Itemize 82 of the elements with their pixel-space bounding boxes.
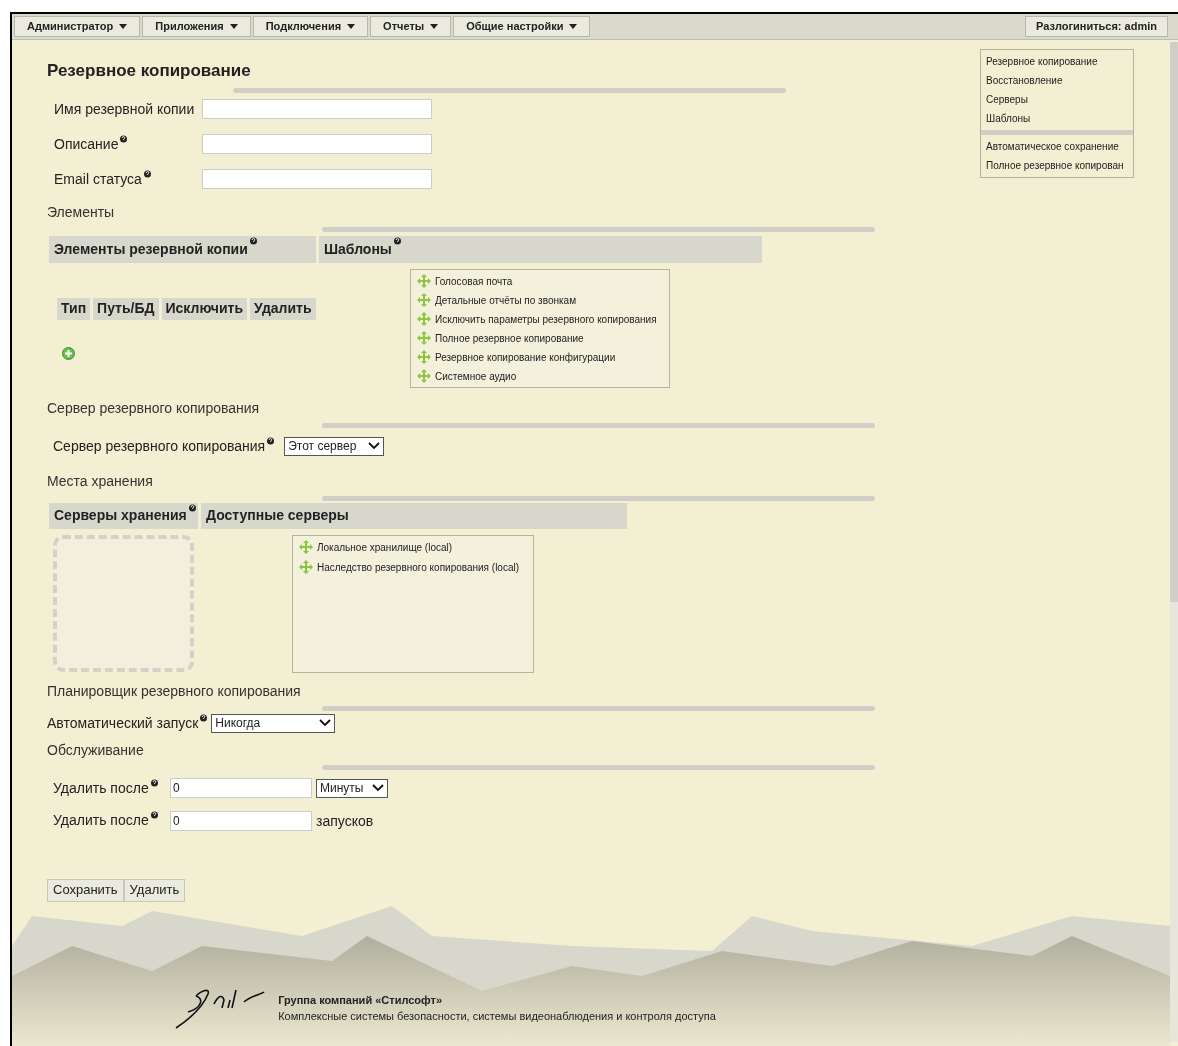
help-icon	[120, 134, 128, 143]
section-heading: Места хранения	[47, 471, 154, 491]
section-heading: Сервер резервного копирования	[47, 398, 261, 418]
move-icon	[417, 312, 431, 326]
dropdown[interactable]: Этот сервер	[284, 436, 385, 456]
logout-button[interactable]: Разлогиниться: admin	[1025, 16, 1168, 37]
help-icon	[150, 778, 158, 787]
template-item[interactable]: Детальные отчёты по звонкам	[417, 292, 663, 308]
caret-icon	[569, 24, 578, 29]
section-heading: Планировщик резервного копирования	[47, 681, 302, 701]
action-button[interactable]: Удалить	[123, 878, 186, 902]
section-heading: Элементы	[47, 202, 116, 222]
column-heading: Серверы хранения	[54, 506, 187, 525]
help-icon	[393, 236, 401, 245]
column-heading: Удалить	[250, 297, 316, 320]
field-label: Описание	[54, 134, 119, 154]
company-name: Группа компаний «Стилсофт»	[278, 992, 444, 1008]
action-button[interactable]: Сохранить	[47, 878, 124, 902]
chevron-icon	[368, 442, 381, 450]
dropdown[interactable]: Минуты	[316, 778, 388, 798]
menu-button[interactable]: Общие настройки	[453, 16, 591, 37]
menu-button[interactable]: Подключения	[252, 16, 369, 37]
server-item[interactable]: Локальное хранилище (local)	[299, 539, 527, 555]
help-icon	[249, 236, 257, 245]
column-heading: Путь/БД	[93, 297, 159, 320]
template-item[interactable]: Полное резервное копирование	[417, 330, 663, 346]
caret-icon	[119, 24, 128, 29]
move-icon	[417, 369, 431, 383]
section-heading: Обслуживание	[47, 740, 145, 760]
column-heading: Элементы резервной копии	[54, 239, 248, 259]
side-menu-item[interactable]: Автоматическое сохранение	[986, 139, 1128, 154]
move-icon	[417, 350, 431, 364]
column-heading: Доступные серверы	[206, 506, 349, 525]
text-field[interactable]	[202, 134, 432, 154]
move-icon	[417, 331, 431, 345]
move-icon	[417, 293, 431, 307]
dropdown[interactable]: Никогда	[211, 713, 336, 733]
column-heading: Исключить	[161, 297, 248, 320]
help-icon	[150, 811, 158, 819]
caret-icon	[347, 24, 356, 29]
server-item[interactable]: Наследство резервного копирования (local)	[299, 559, 527, 575]
text-field[interactable]	[202, 169, 432, 189]
column-heading: Тип	[57, 297, 91, 320]
text-field[interactable]	[202, 99, 432, 119]
side-menu-item[interactable]: Серверы	[986, 92, 1128, 107]
add-icon[interactable]	[62, 346, 75, 360]
number-field[interactable]: 0	[170, 810, 312, 831]
unit-label: запусков	[316, 812, 374, 829]
drop-zone[interactable]	[53, 534, 194, 672]
template-item[interactable]: Системное аудио	[417, 368, 663, 384]
field-label: Имя резервной копии	[54, 99, 195, 119]
help-icon	[188, 503, 196, 512]
template-item[interactable]: Исключить параметры резервного копирования	[417, 311, 663, 327]
help-icon	[143, 169, 151, 178]
page-title: Резервное копирование	[47, 60, 252, 82]
caret-icon	[229, 24, 238, 29]
template-item[interactable]: Резервное копирование конфигурации	[417, 349, 663, 365]
field-label: Сервер резервного копирования	[53, 436, 266, 456]
help-icon	[267, 436, 275, 445]
template-item[interactable]: Голосовая почта	[417, 273, 663, 289]
field-label: Удалить после	[53, 811, 149, 830]
side-menu-item[interactable]: Резервное копирование	[986, 54, 1128, 69]
menu-button[interactable]: Администратор	[14, 16, 141, 37]
side-menu-item[interactable]: Полное резервное копирован	[986, 158, 1128, 173]
field-label: Автоматический запуск	[47, 713, 199, 733]
side-menu-item[interactable]: Восстановление	[986, 73, 1128, 88]
scrollbar[interactable]	[1170, 42, 1178, 1042]
field-label: Удалить после	[53, 778, 149, 798]
chevron-icon	[319, 719, 332, 727]
menu-button[interactable]: Приложения	[142, 16, 251, 37]
move-icon	[417, 274, 431, 288]
menu-button[interactable]: Отчеты	[370, 16, 452, 37]
company-tagline: Комплексные системы безопасности, системы видеонаблюдения и контроля доступа	[278, 1009, 716, 1024]
side-menu-item[interactable]: Шаблоны	[986, 111, 1128, 126]
column-heading: Шаблоны	[324, 239, 392, 259]
chevron-icon	[372, 784, 384, 792]
caret-icon	[430, 24, 439, 29]
move-icon	[299, 560, 313, 574]
number-field[interactable]: 0	[170, 778, 312, 798]
field-label: Email статуса	[54, 169, 142, 189]
move-icon	[299, 540, 313, 554]
help-icon	[200, 713, 208, 722]
